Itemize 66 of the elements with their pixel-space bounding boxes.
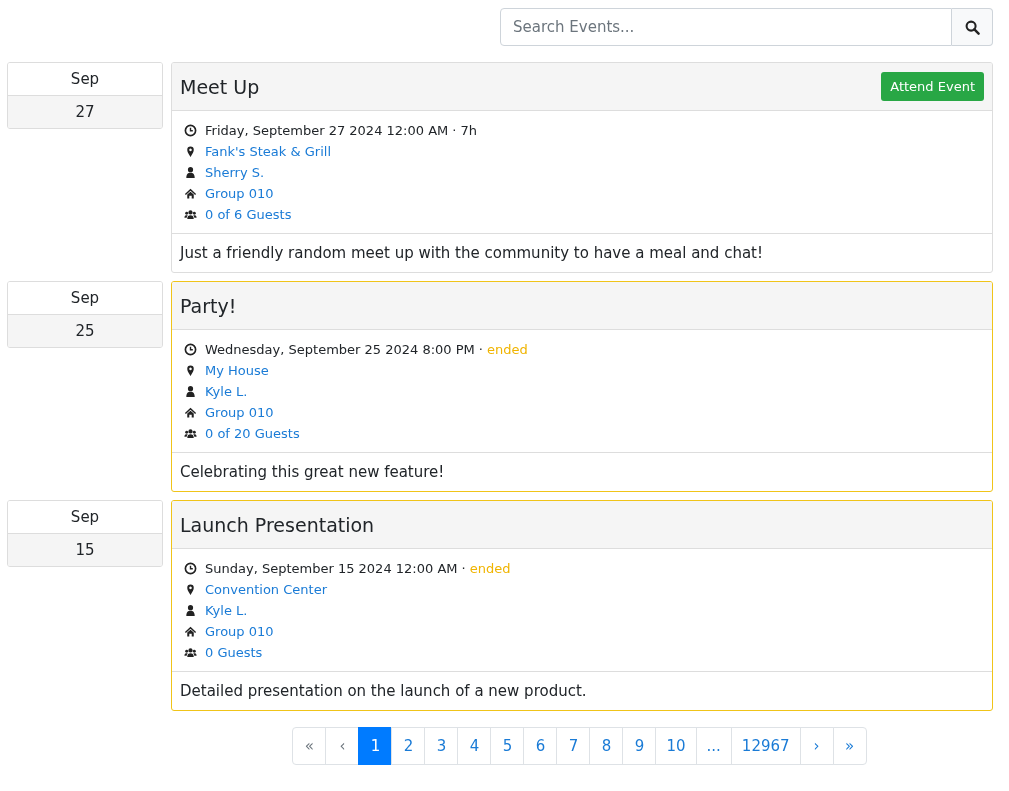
page-link[interactable]: 6 (523, 727, 558, 765)
event-description: Just a friendly random meet up with the community to have a meal and chat! (180, 244, 763, 262)
page-link[interactable]: 3 (424, 727, 459, 765)
event-title: Party! (180, 294, 237, 317)
search-button[interactable] (952, 8, 993, 46)
event-description: Celebrating this great new feature! (180, 463, 445, 481)
search-field[interactable]: Search Events... (500, 8, 952, 46)
event-status: ended (486, 342, 528, 357)
search-icon (964, 19, 980, 35)
event-datetime: Friday, September 27 2024 12:00 AM (205, 123, 449, 138)
event-status: ended (469, 561, 511, 576)
page-link[interactable]: » (832, 727, 867, 765)
host-link[interactable]: Sherry S. (205, 165, 265, 180)
user-icon (184, 166, 197, 179)
home-icon (184, 625, 197, 638)
page-link[interactable]: › (799, 727, 834, 765)
page-link[interactable]: 1 (358, 727, 393, 765)
group-link[interactable]: Group 010 (205, 405, 274, 420)
users-icon (184, 646, 197, 659)
map-marker-icon (184, 583, 197, 596)
guests-link[interactable]: 0 of 20 Guests (205, 426, 300, 441)
page-link[interactable]: 5 (490, 727, 525, 765)
event-status: 7h (460, 123, 477, 138)
clock-icon (184, 124, 197, 137)
page-link[interactable]: ... (695, 727, 732, 765)
group-link[interactable]: Group 010 (205, 186, 274, 201)
event-datetime: Sunday, September 15 2024 12:00 AM (205, 561, 458, 576)
clock-icon (184, 562, 197, 575)
event-day: 27 (8, 96, 162, 128)
user-icon (184, 385, 197, 398)
host-link[interactable]: Kyle L. (205, 384, 248, 399)
separator-dot: · (461, 561, 466, 576)
separator-dot: · (452, 123, 457, 138)
guests-link[interactable]: 0 of 6 Guests (205, 207, 292, 222)
event-title: Launch Presentation (180, 513, 375, 536)
page-link[interactable]: 12967 (730, 727, 801, 765)
users-icon (184, 208, 197, 221)
separator-dot: · (478, 342, 483, 357)
event-datetime: Wednesday, September 25 2024 8:00 PM (205, 342, 475, 357)
page-link[interactable]: 10 (655, 727, 697, 765)
home-icon (184, 406, 197, 419)
user-icon (184, 604, 197, 617)
home-icon (184, 187, 197, 200)
clock-icon (184, 343, 197, 356)
page-link[interactable]: 8 (589, 727, 624, 765)
page-link[interactable]: 7 (556, 727, 591, 765)
event-day: 25 (8, 315, 162, 347)
event-day: 15 (8, 534, 162, 566)
users-icon (184, 427, 197, 440)
attend-event-button[interactable]: Attend Event (881, 72, 984, 101)
group-link[interactable]: Group 010 (205, 624, 274, 639)
location-link[interactable]: Convention Center (205, 582, 327, 597)
guests-link[interactable]: 0 Guests (205, 645, 263, 660)
event-month: Sep (8, 282, 162, 315)
event-month: Sep (8, 63, 162, 96)
page-link[interactable]: 4 (457, 727, 492, 765)
event-month: Sep (8, 501, 162, 534)
map-marker-icon (184, 145, 197, 158)
page-link[interactable]: 2 (391, 727, 426, 765)
page-link[interactable]: 9 (622, 727, 657, 765)
event-title: Meet Up (180, 75, 260, 98)
map-marker-icon (184, 364, 197, 377)
location-link[interactable]: My House (205, 363, 269, 378)
location-link[interactable]: Fank's Steak & Grill (205, 144, 331, 159)
event-description: Detailed presentation on the launch of a new product. (180, 682, 587, 700)
host-link[interactable]: Kyle L. (205, 603, 248, 618)
